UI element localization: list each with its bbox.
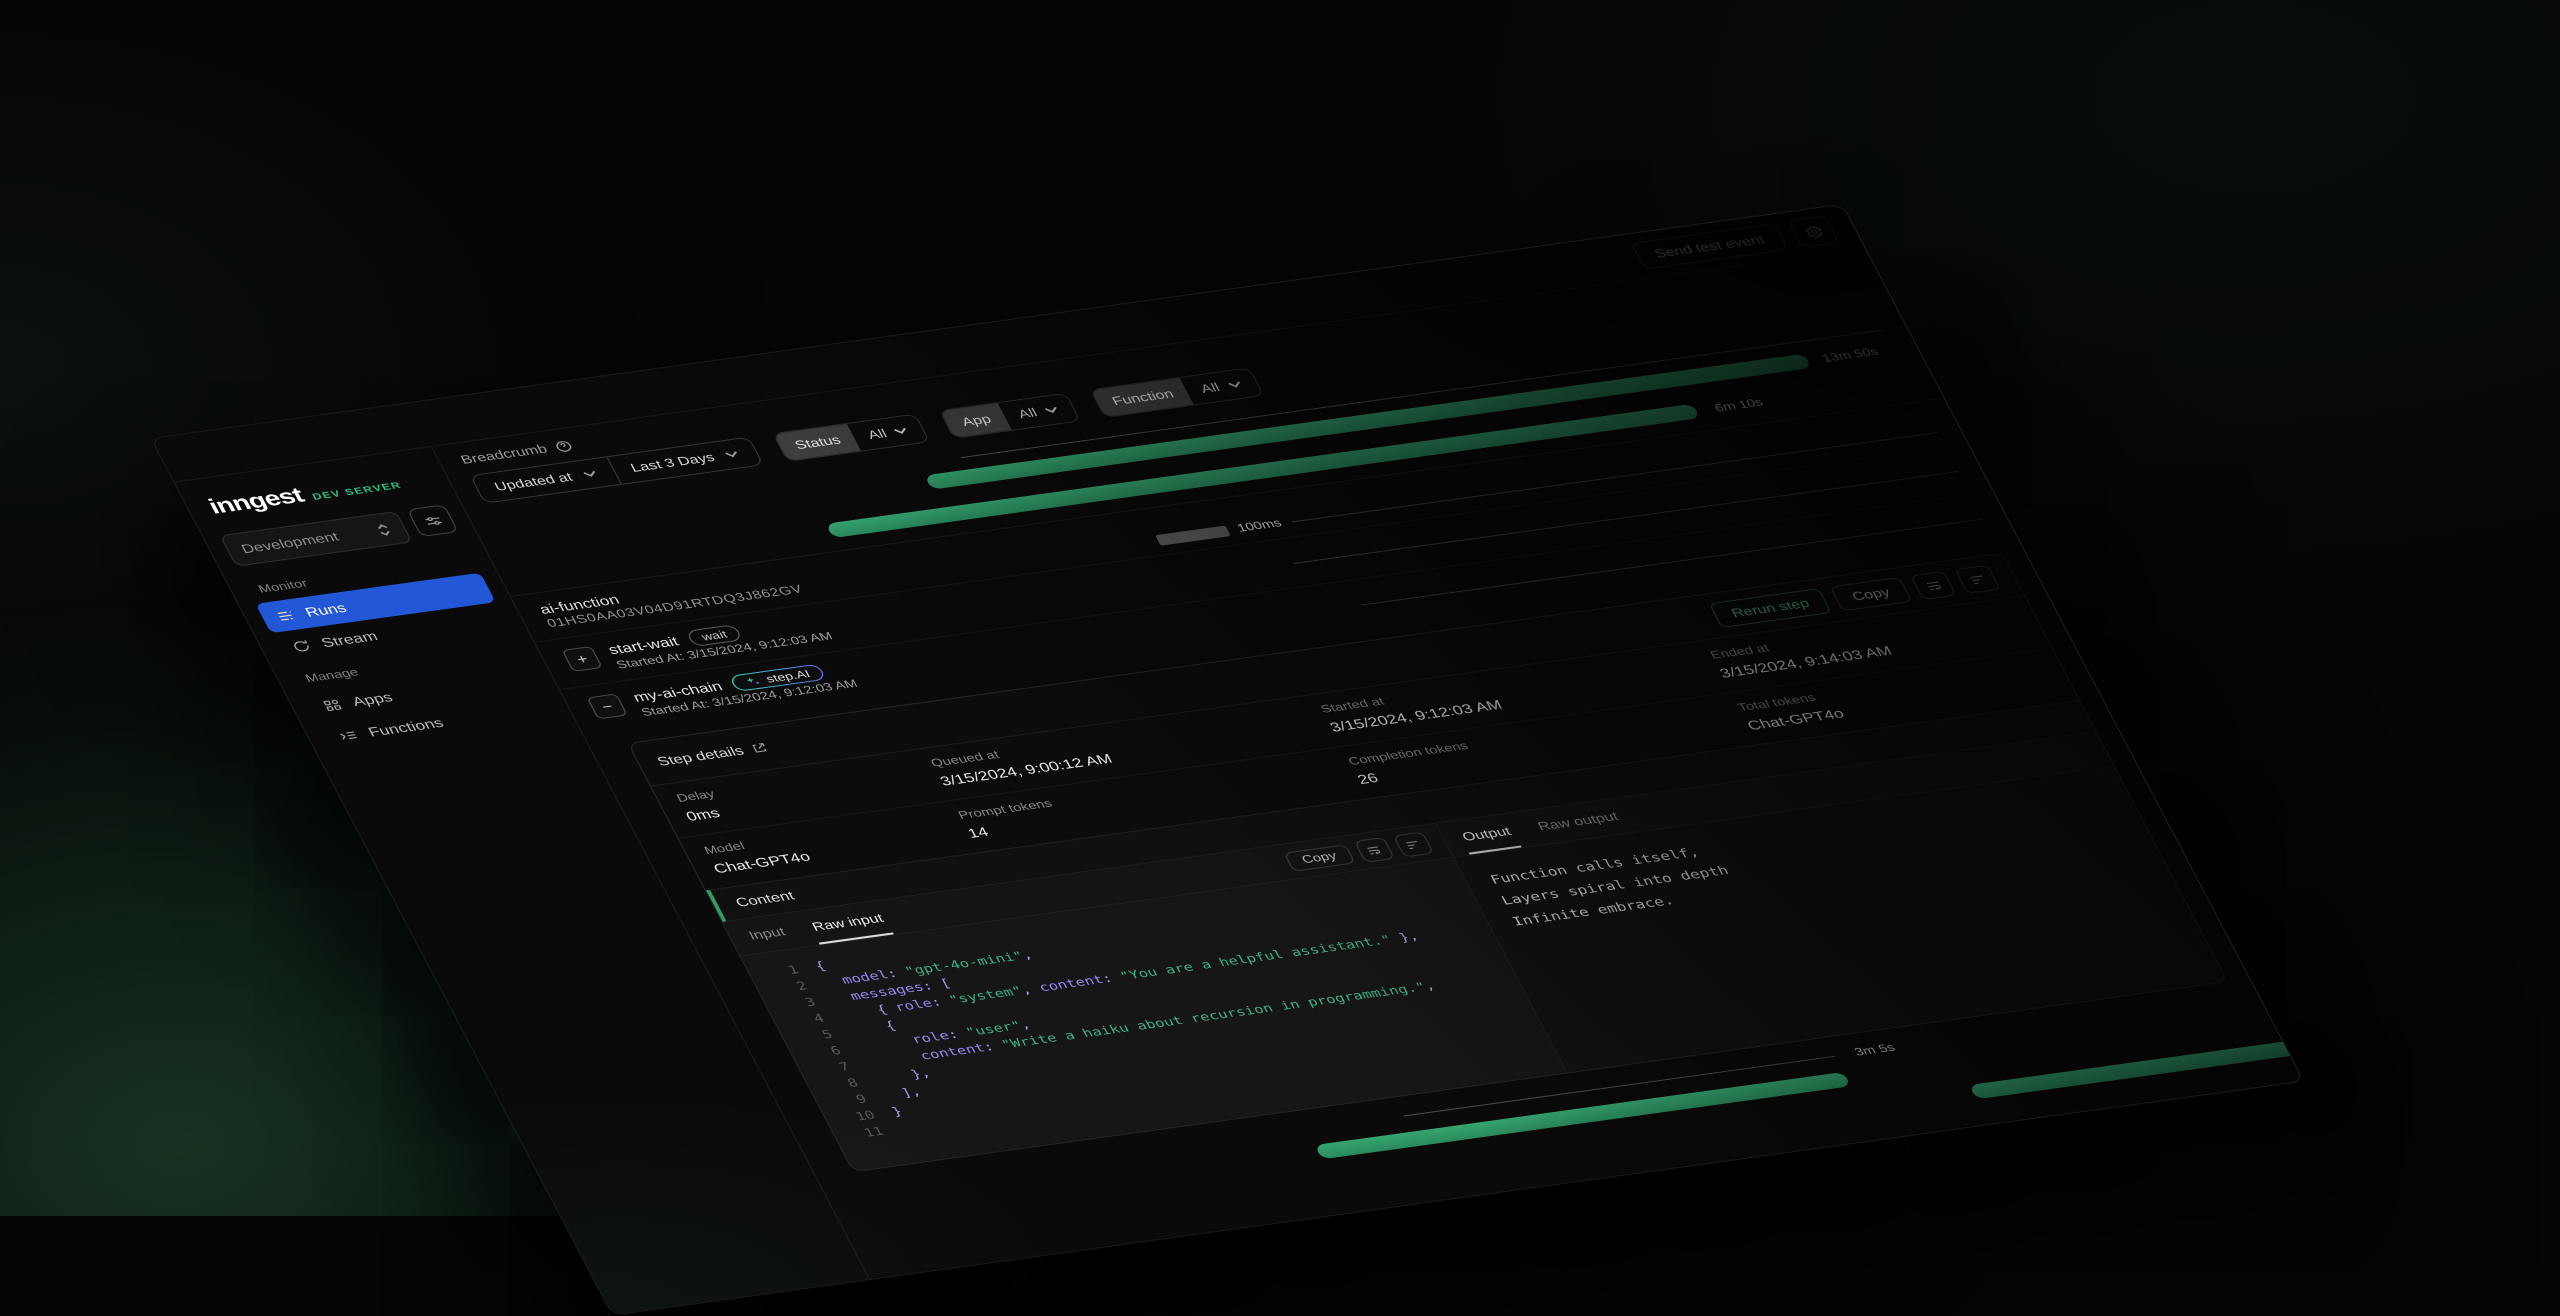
collapse-step-button[interactable]: − (587, 693, 628, 719)
environment-select[interactable]: Development (219, 511, 412, 567)
filter-lines-button[interactable] (1393, 832, 1434, 858)
help-circle-icon[interactable] (552, 439, 575, 454)
inngest-logo: inngest (205, 484, 309, 519)
stream-refresh-icon (289, 638, 314, 654)
copy-step-button[interactable]: Copy (1829, 577, 1912, 611)
word-wrap-button[interactable] (1354, 837, 1395, 863)
bottom-duration-label: 3m 5s (1852, 1042, 1897, 1059)
sparkles-icon (743, 675, 763, 687)
run-duration-label: 13m 50s (1820, 346, 1881, 365)
app-filter-chip[interactable]: App All (939, 393, 1081, 439)
gear-icon (1801, 224, 1826, 240)
settings-button[interactable] (1787, 215, 1839, 248)
chevron-down-icon (1044, 406, 1061, 414)
chevron-updown-icon (374, 522, 394, 537)
time-range-select[interactable]: Last 3 Days (606, 438, 762, 484)
dev-server-badge: DEV SERVER (310, 480, 403, 502)
chevron-down-icon (893, 427, 910, 435)
external-link-icon[interactable] (749, 741, 771, 755)
step-duration-bar (1969, 1031, 2304, 1099)
runs-list-icon (273, 608, 298, 624)
chain-duration-label: 6m 10s (1713, 397, 1766, 415)
functions-icon (336, 727, 361, 743)
filter-lines-button[interactable] (1954, 565, 2001, 594)
inngest-dev-server-window: Send test event inngest DEV SERVER (150, 204, 2305, 1316)
expand-step-button[interactable]: + (562, 646, 603, 672)
breadcrumb: Breadcrumb (458, 442, 550, 467)
env-filter-button[interactable] (407, 504, 459, 537)
sort-by-select[interactable]: Updated at (471, 457, 620, 502)
scene-background: Send test event inngest DEV SERVER (0, 0, 2560, 1216)
chevron-down-icon (724, 450, 741, 458)
chevron-down-icon (581, 470, 598, 478)
tab-input[interactable]: Input (739, 915, 796, 954)
chevron-down-icon (1226, 380, 1243, 388)
step-details-title: Step details (655, 744, 747, 769)
sliders-icon (420, 513, 445, 529)
copy-input-button[interactable]: Copy (1283, 844, 1355, 872)
word-wrap-button[interactable] (1910, 571, 1957, 600)
rerun-step-button[interactable]: Rerun step (1709, 588, 1832, 628)
tab-output[interactable]: Output (1452, 814, 1522, 854)
apps-grid-icon (320, 697, 345, 713)
